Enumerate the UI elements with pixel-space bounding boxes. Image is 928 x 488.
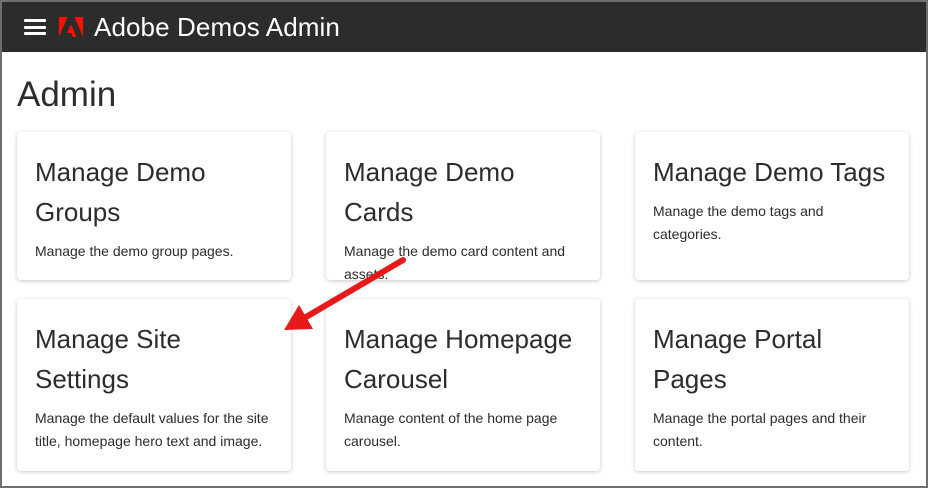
card-manage-demo-cards[interactable]: Manage Demo Cards Manage the demo card c… [326,132,600,282]
main-content: Admin Manage Demo Groups Manage the demo… [2,52,926,486]
card-description: Manage the portal pages and their conten… [653,410,867,449]
card-title: Manage Demo Cards [344,157,515,227]
top-navigation-bar: Adobe Demos Admin [2,2,926,52]
card-description: Manage content of the home page carousel… [344,410,558,449]
card-description: Manage the demo group pages. [35,243,234,259]
card-manage-demo-groups[interactable]: Manage Demo Groups Manage the demo group… [17,132,291,280]
card-manage-homepage-carousel[interactable]: Manage Homepage Carousel Manage content … [326,299,600,471]
card-title: Manage Site Settings [35,324,181,394]
card-description: Manage the demo card content and assets. [344,243,566,282]
page-title: Admin [17,75,117,114]
card-title: Manage Portal Pages [653,324,823,394]
card-title: Manage Demo Tags [653,157,886,187]
app-window: Adobe Demos Admin Admin Manage Demo Grou… [0,0,928,488]
card-manage-portal-pages[interactable]: Manage Portal Pages Manage the portal pa… [635,299,909,471]
card-manage-demo-tags[interactable]: Manage Demo Tags Manage the demo tags an… [635,132,909,280]
card-description: Manage the demo tags and categories. [653,203,824,242]
hamburger-menu-icon[interactable] [24,19,46,35]
card-description: Manage the default values for the site t… [35,410,269,449]
adobe-logo-icon[interactable] [59,17,83,37]
card-manage-site-settings[interactable]: Manage Site Settings Manage the default … [17,299,291,471]
card-title: Manage Demo Groups [35,157,206,227]
card-title: Manage Homepage Carousel [344,324,573,394]
app-title[interactable]: Adobe Demos Admin [94,12,340,43]
